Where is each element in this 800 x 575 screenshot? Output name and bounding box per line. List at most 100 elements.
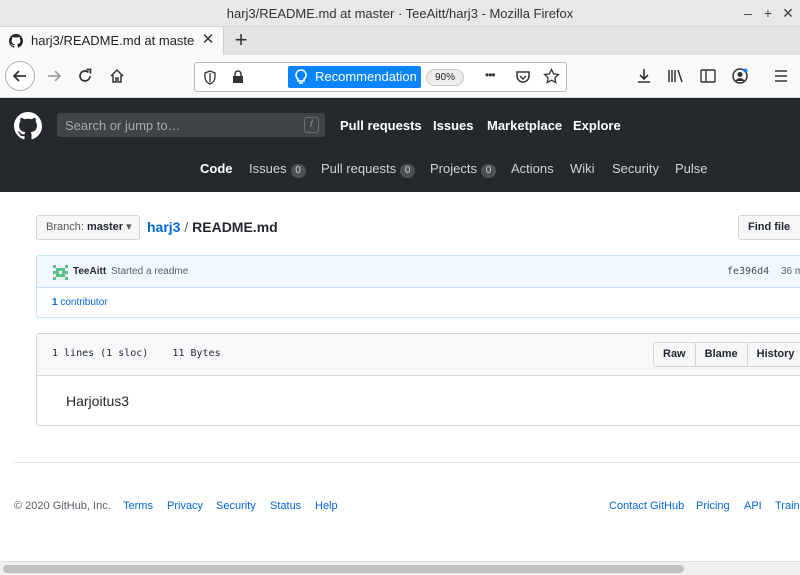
home-button[interactable] [103, 62, 131, 90]
page-actions-menu-icon[interactable]: ••• [485, 68, 496, 82]
footer-link-api[interactable]: API [744, 500, 762, 512]
history-button[interactable]: History [746, 342, 800, 367]
horizontal-scrollbar[interactable] [0, 561, 800, 575]
breadcrumb-repo-link[interactable]: harj3 [147, 219, 180, 235]
branch-select-button[interactable]: Branch: master ▾ [36, 215, 140, 240]
tab-strip: harj3/README.md at master ✕ + [0, 27, 800, 55]
forward-arrow-icon [48, 70, 62, 82]
avatar[interactable] [53, 265, 68, 280]
file-header: 1 lines (1 sloc) 11 Bytes Raw Blame Hist… [37, 334, 800, 376]
footer-link-pricing[interactable]: Pricing [696, 500, 730, 512]
search-placeholder: Search or jump to… [65, 118, 181, 133]
tab-projects[interactable]: Projects 0 [430, 161, 496, 178]
pull-requests-count-badge: 0 [400, 164, 416, 178]
hamburger-icon [775, 70, 787, 82]
tab-wiki[interactable]: Wiki [570, 161, 595, 176]
close-window-button[interactable]: ✕ [780, 4, 796, 22]
commit-author-link[interactable]: TeeAitt [73, 266, 106, 277]
nav-explore[interactable]: Explore [573, 118, 621, 133]
url-bar[interactable]: Recommendation 90% ••• [194, 62, 567, 92]
search-shortcut-key: / [304, 117, 319, 133]
chevron-down-icon: ▾ [126, 221, 132, 233]
nav-pull-requests[interactable]: Pull requests [340, 118, 422, 133]
home-icon [110, 68, 124, 83]
tab-pull-requests-label: Pull requests [321, 161, 397, 176]
tab-actions[interactable]: Actions [511, 161, 554, 176]
breadcrumb-separator: / [184, 219, 189, 235]
commit-message-link[interactable]: Started a readme [111, 266, 188, 277]
issues-count-badge: 0 [290, 164, 306, 178]
tab-close-button[interactable]: ✕ [199, 31, 217, 49]
tab-security[interactable]: Security [612, 161, 659, 176]
find-file-button[interactable]: Find file [738, 215, 800, 240]
title-bar: harj3/README.md at master · TeeAitt/harj… [0, 0, 800, 27]
breadcrumb: harj3 / README.md [147, 219, 278, 235]
footer-link-contact-github[interactable]: Contact GitHub [609, 500, 684, 512]
reload-button[interactable] [71, 62, 99, 90]
contributors-label: contributor [60, 297, 108, 308]
footer-link-terms[interactable]: Terms [123, 500, 153, 512]
account-icon [732, 68, 748, 84]
raw-button[interactable]: Raw [653, 342, 696, 367]
tab-code[interactable]: Code [200, 161, 233, 176]
footer-link-security[interactable]: Security [216, 500, 256, 512]
back-arrow-icon [12, 70, 26, 82]
tab-readme[interactable]: harj3/README.md at master ✕ [0, 27, 224, 55]
menu-button[interactable] [767, 62, 795, 90]
scrollbar-thumb[interactable] [3, 565, 684, 573]
forward-button[interactable] [40, 62, 68, 90]
commit-tease-box: TeeAitt Started a readme fe396d4 36 minu… [36, 255, 800, 318]
blame-button[interactable]: Blame [694, 342, 748, 367]
downloads-button[interactable] [630, 62, 658, 90]
file-box: 1 lines (1 sloc) 11 Bytes Raw Blame Hist… [36, 333, 800, 426]
zoom-level-button[interactable]: 90% [426, 69, 464, 86]
footer-link-status[interactable]: Status [270, 500, 301, 512]
github-logo-icon[interactable] [14, 112, 42, 140]
file-lines: 1 lines (1 sloc) [52, 348, 149, 359]
footer-divider [13, 462, 800, 463]
commit-time: 36 minutes ago [781, 266, 800, 277]
commit-header: TeeAitt Started a readme fe396d4 36 minu… [37, 256, 800, 288]
contributors-count: 1 [52, 297, 58, 308]
bookmark-star-icon[interactable] [543, 68, 560, 85]
browser-window: harj3/README.md at master · TeeAitt/harj… [0, 0, 800, 575]
commit-sha-link[interactable]: fe396d4 [727, 266, 769, 277]
tab-label: harj3/README.md at master [31, 33, 195, 48]
tab-projects-label: Projects [430, 161, 477, 176]
tab-issues-label: Issues [249, 161, 287, 176]
footer-link-training[interactable]: Training [775, 500, 800, 512]
navigation-toolbar: Recommendation 90% ••• [0, 55, 800, 98]
github-header: Search or jump to… / Pull requests Issue… [0, 98, 800, 192]
shield-icon[interactable] [203, 70, 217, 85]
branch-prefix: Branch: [46, 221, 84, 233]
recommendation-label: Recommendation [315, 69, 417, 84]
recommendation-button[interactable]: Recommendation [288, 66, 421, 88]
branch-name: master [86, 221, 124, 233]
pocket-icon[interactable] [515, 69, 531, 85]
tab-pull-requests[interactable]: Pull requests 0 [321, 161, 416, 178]
new-tab-button[interactable]: + [230, 29, 252, 53]
library-icon [668, 69, 683, 83]
lock-icon[interactable] [232, 70, 244, 84]
back-button[interactable] [5, 61, 35, 91]
maximize-button[interactable]: + [760, 4, 776, 22]
nav-issues[interactable]: Issues [433, 118, 473, 133]
projects-count-badge: 0 [480, 164, 496, 178]
contributors-link[interactable]: 1 contributor [52, 297, 108, 308]
window-title: harj3/README.md at master · TeeAitt/harj… [226, 6, 574, 21]
nav-marketplace[interactable]: Marketplace [487, 118, 562, 133]
readme-content: Harjoitus3 [66, 393, 130, 409]
minimize-button[interactable]: – [740, 4, 756, 22]
account-button[interactable] [726, 62, 754, 90]
library-button[interactable] [662, 62, 690, 90]
search-input[interactable]: Search or jump to… / [57, 113, 325, 137]
tab-issues[interactable]: Issues 0 [249, 161, 306, 178]
reader-view-button[interactable] [694, 62, 722, 90]
lightbulb-icon [294, 69, 308, 85]
reload-icon [79, 68, 92, 82]
footer-link-privacy[interactable]: Privacy [167, 500, 203, 512]
file-info: 1 lines (1 sloc) 11 Bytes [52, 348, 221, 359]
file-size: 11 Bytes [172, 348, 221, 359]
footer-link-help[interactable]: Help [315, 500, 338, 512]
tab-pulse[interactable]: Pulse [675, 161, 708, 176]
